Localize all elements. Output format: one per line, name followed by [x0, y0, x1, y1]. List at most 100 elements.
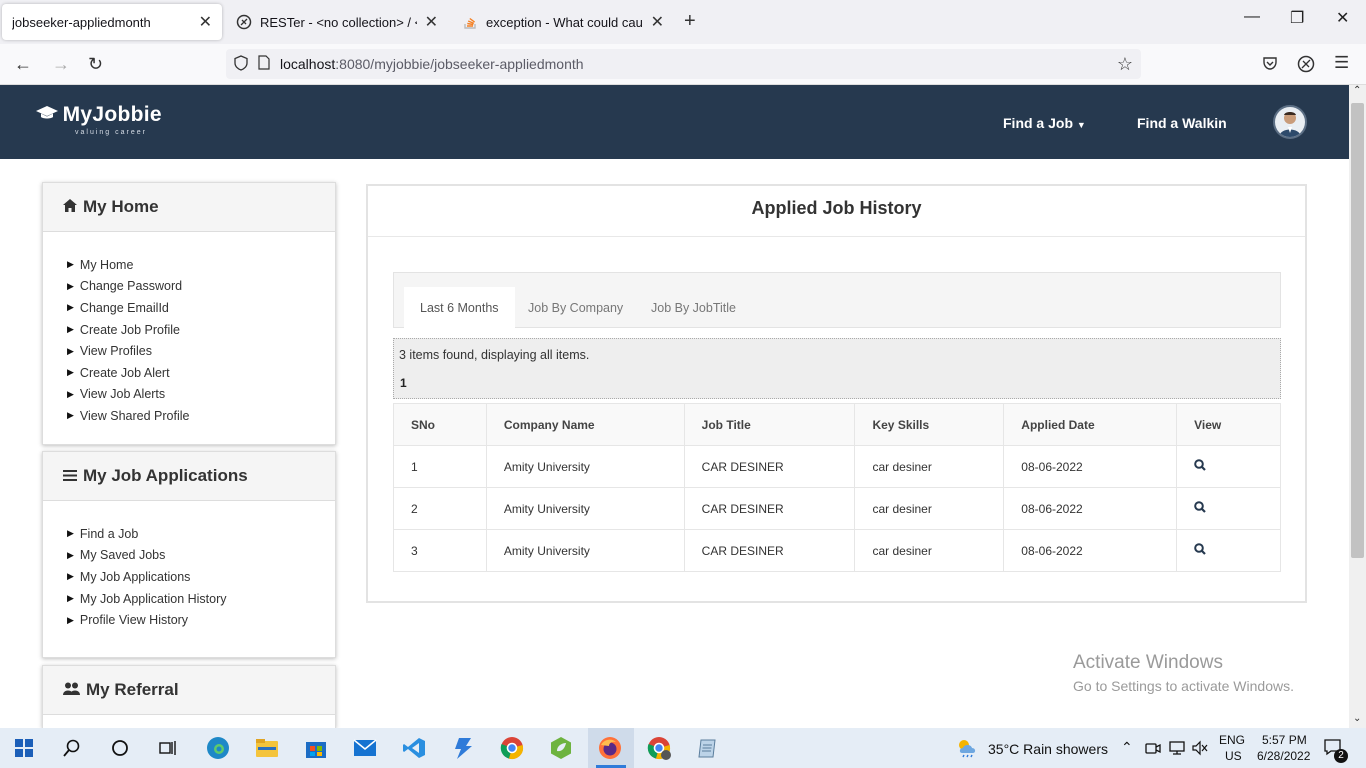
url-host: localhost [280, 56, 336, 72]
language-indicator[interactable]: ENG [1219, 733, 1245, 747]
sidebar-item-my-job-application-history[interactable]: ▶ My Job Application History [67, 588, 335, 610]
firefox-icon[interactable] [597, 735, 623, 761]
mail-icon[interactable] [352, 735, 378, 761]
tab-title: jobseeker-appliedmonth [12, 14, 151, 30]
weather-rain-icon[interactable] [956, 738, 980, 761]
close-icon[interactable]: ✕ [199, 12, 212, 32]
page-scrollbar[interactable]: ⌃ ⌄ [1349, 85, 1366, 728]
close-icon[interactable]: ✕ [425, 12, 438, 32]
page-number-link[interactable]: 1 [400, 376, 407, 390]
sidebar-item-my-job-applications[interactable]: ▶ My Job Applications [67, 566, 335, 588]
cell-company-name: Amity University [485, 487, 685, 530]
sidebar-item-label: My Saved Jobs [79, 548, 166, 563]
windows-start-icon[interactable] [11, 735, 37, 761]
window-close-icon[interactable]: ✕ [1336, 8, 1349, 28]
cell-company-name: Amity University [485, 445, 685, 488]
page-title: Applied Job History [368, 186, 1305, 237]
task-view-icon[interactable] [155, 735, 181, 761]
search-icon[interactable] [1194, 459, 1206, 474]
weather-text[interactable]: 35°C Rain showers [988, 741, 1108, 757]
tab-job-by-company[interactable]: Job By Company [512, 287, 639, 329]
panel-title: My Home [83, 197, 159, 216]
panel-title: My Referral [86, 680, 179, 699]
sidebar-item-view-profiles[interactable]: ▶ View Profiles [67, 340, 335, 362]
reload-icon[interactable]: ↻ [88, 54, 103, 75]
back-arrow-icon[interactable]: ← [14, 54, 32, 75]
sidebar-item-create-job-alert[interactable]: ▶ Create Job Alert [67, 362, 335, 384]
avatar[interactable] [1273, 105, 1307, 139]
sidebar-item-find-a-job[interactable]: ▶ Find a Job [67, 523, 335, 545]
network-icon[interactable] [1169, 740, 1185, 759]
store-icon[interactable] [303, 735, 329, 761]
speaker-muted-icon[interactable] [1192, 740, 1208, 759]
tab-stackoverflow[interactable]: exception - What could cause ja ✕ [452, 4, 674, 40]
scroll-down-icon[interactable]: ⌄ [1353, 713, 1361, 724]
page-icon [258, 55, 270, 73]
sidebar-item-profile-view-history[interactable]: ▶ Profile View History [67, 609, 335, 631]
scrollbar-thumb[interactable] [1351, 103, 1364, 558]
tab-job-by-jobtitle[interactable]: Job By JobTitle [635, 287, 752, 329]
sidebar-item-view-shared-profile[interactable]: ▶ View Shared Profile [67, 405, 335, 427]
panel-header: My Referral [43, 666, 335, 715]
cell-view [1176, 445, 1281, 488]
keyboard-layout[interactable]: US [1225, 749, 1242, 763]
chrome-profile-icon[interactable] [646, 735, 672, 761]
spring-tool-suite-icon[interactable] [548, 735, 574, 761]
restore-icon[interactable]: ❐ [1290, 8, 1304, 28]
sidebar-item-label: My Job Applications [79, 569, 191, 584]
tab-rester[interactable]: RESTer - <no collection> / <no ✕ [226, 4, 448, 40]
cell-sno: 1 [393, 445, 487, 488]
triangle-right-icon: ▶ [67, 528, 74, 539]
meet-now-icon[interactable] [1145, 740, 1161, 759]
site-logo[interactable]: MyJobbie valuing career [35, 103, 162, 136]
sidebar-item-view-job-alerts[interactable]: ▶ View Job Alerts [67, 384, 335, 406]
find-a-job-menu[interactable]: Find a Job ▼ [1003, 115, 1086, 131]
menu-hamburger-icon[interactable]: ☰ [1334, 53, 1349, 73]
column-header-company-name: Company Name [485, 403, 685, 446]
power-automate-icon[interactable] [450, 735, 476, 761]
notification-count-badge: 2 [1334, 749, 1348, 763]
tab-last-6-months[interactable]: Last 6 Months [404, 287, 515, 329]
tab-jobseeker-appliedmonth[interactable]: jobseeker-appliedmonth ✕ [2, 4, 222, 40]
bookmark-star-icon[interactable]: ☆ [1117, 54, 1133, 75]
cell-company-name: Amity University [485, 529, 685, 572]
scroll-up-icon[interactable]: ⌃ [1353, 85, 1361, 96]
chevron-up-icon[interactable]: ⌃ [1121, 739, 1133, 756]
sidebar-item-label: Change Password [79, 279, 183, 294]
chrome-icon[interactable] [499, 735, 525, 761]
logo-tagline: valuing career [75, 129, 147, 136]
sidebar-item-my-saved-jobs[interactable]: ▶ My Saved Jobs [67, 545, 335, 567]
panel-header: My Job Applications [43, 452, 335, 501]
stackoverflow-icon [462, 14, 478, 30]
triangle-right-icon: ▶ [67, 388, 74, 399]
pocket-icon[interactable] [1262, 55, 1278, 74]
vscode-icon[interactable] [401, 735, 427, 761]
sidebar-item-change-emailid[interactable]: ▶ Change EmailId [67, 297, 335, 319]
watermark-subtitle: Go to Settings to activate Windows. [1073, 678, 1294, 694]
file-explorer-icon[interactable] [254, 735, 280, 761]
column-header-applied-date: Applied Date [1003, 403, 1178, 446]
minimize-icon[interactable]: — [1244, 8, 1260, 26]
search-icon[interactable] [1194, 543, 1206, 558]
find-a-walkin-link[interactable]: Find a Walkin [1137, 115, 1227, 131]
search-icon[interactable] [1194, 501, 1206, 516]
shield-icon[interactable] [234, 54, 248, 74]
sidebar-item-my-home[interactable]: ▶ My Home [67, 254, 335, 276]
extension-icon[interactable] [1297, 55, 1315, 76]
sidebar-item-create-job-profile[interactable]: ▶ Create Job Profile [67, 319, 335, 341]
cortana-icon[interactable] [107, 735, 133, 761]
sidebar-item-change-password[interactable]: ▶ Change Password [67, 276, 335, 298]
new-tab-plus-icon[interactable]: + [684, 10, 696, 33]
close-icon[interactable]: ✕ [651, 12, 664, 32]
clock-time[interactable]: 5:57 PM [1262, 733, 1307, 747]
home-icon [63, 198, 77, 216]
url-bar[interactable]: localhost:8080/myjobbie/jobseeker-applie… [226, 49, 1141, 79]
search-icon[interactable] [59, 735, 85, 761]
notepad-icon[interactable] [695, 735, 721, 761]
edge-icon[interactable] [205, 735, 231, 761]
forward-arrow-icon[interactable]: → [52, 54, 70, 75]
cell-job-title: CAR DESINER [683, 445, 856, 488]
clock-date[interactable]: 6/28/2022 [1257, 749, 1310, 763]
cell-applied-date: 08-06-2022 [1003, 487, 1178, 530]
triangle-right-icon: ▶ [67, 259, 74, 270]
